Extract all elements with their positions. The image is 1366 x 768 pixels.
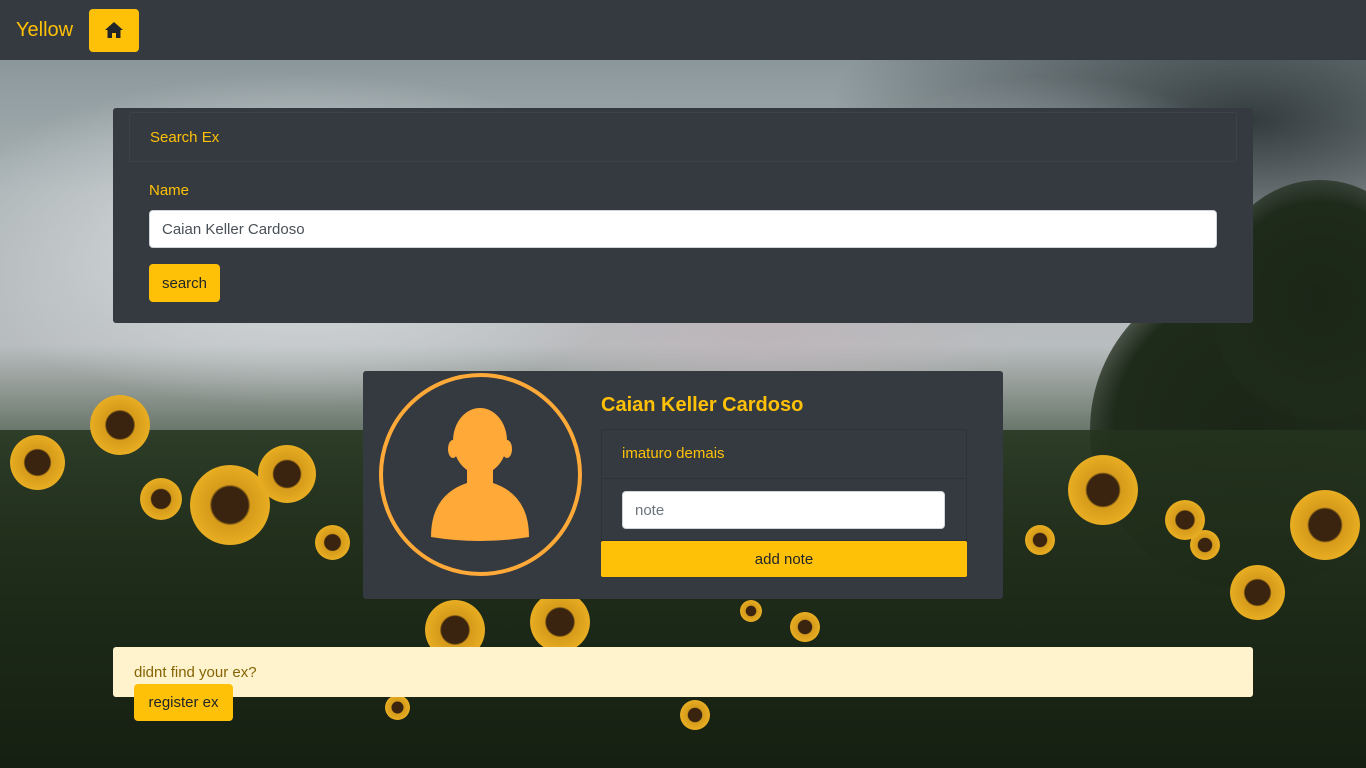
sunflower (258, 445, 316, 503)
home-icon (105, 22, 124, 38)
add-note-button[interactable]: add note (601, 541, 967, 577)
note-item: imaturo demais (622, 445, 725, 462)
sunflower (90, 395, 150, 455)
register-ex-button[interactable]: register ex (134, 684, 233, 721)
sunflower (1165, 500, 1205, 540)
brand-logo[interactable]: Yellow (16, 19, 73, 42)
sunflower (530, 592, 590, 652)
notes-divider (602, 478, 966, 479)
not-found-alert: didnt find your ex? (113, 647, 1253, 697)
alert-text: didnt find your ex? (134, 664, 257, 681)
avatar (379, 373, 582, 576)
sunflower (385, 695, 410, 720)
user-silhouette-icon (431, 408, 529, 541)
profile-card: Caian Keller Cardoso imaturo demais add … (363, 371, 1003, 599)
name-input[interactable] (149, 210, 1217, 248)
search-card-header: Search Ex (129, 112, 1237, 162)
sunflower (740, 600, 762, 622)
search-button[interactable]: search (149, 264, 220, 302)
navbar: Yellow (0, 0, 1366, 60)
home-button[interactable] (89, 8, 140, 52)
sunflower (1025, 525, 1055, 555)
profile-name: Caian Keller Cardoso (601, 394, 804, 416)
sunflower (1068, 455, 1138, 525)
sunflower (1290, 490, 1360, 560)
sunflower (10, 435, 65, 490)
sunflower (790, 612, 820, 642)
sunflower (1230, 565, 1285, 620)
note-input[interactable] (622, 491, 945, 529)
sunflower (315, 525, 350, 560)
sunflower (140, 478, 182, 520)
name-label: Name (149, 182, 190, 199)
sunflower (680, 700, 710, 730)
notes-box: imaturo demais (601, 429, 967, 541)
search-card: Search Ex Name search (113, 108, 1253, 323)
